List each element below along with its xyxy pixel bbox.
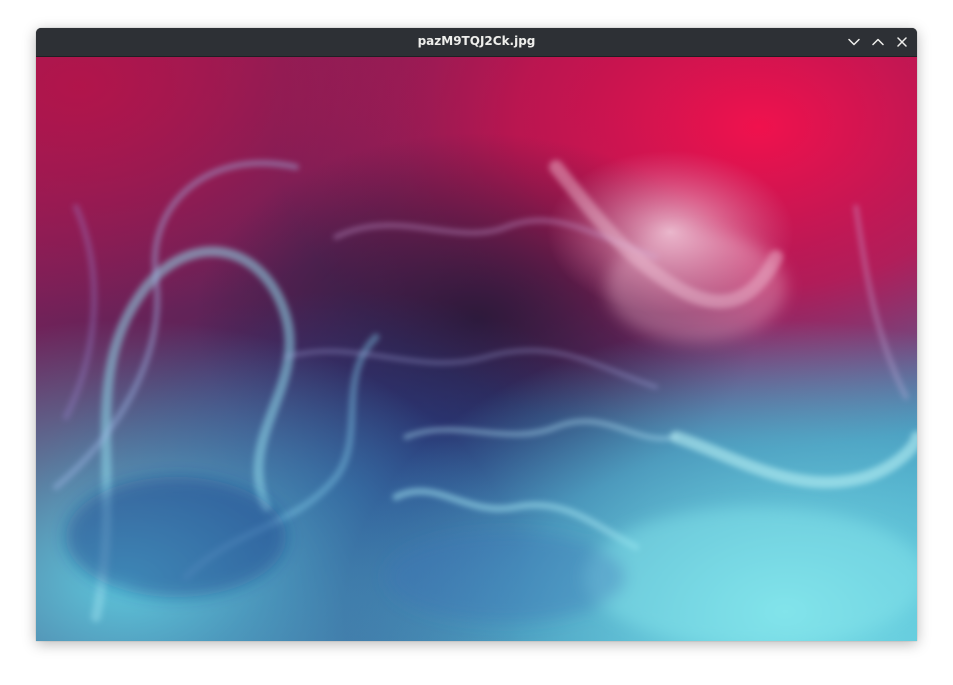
window-title: pazM9TQJ2Ck.jpg	[417, 34, 536, 48]
minimize-button[interactable]	[844, 33, 864, 51]
smoke-ink-photo	[36, 57, 917, 641]
close-button[interactable]	[892, 33, 912, 51]
close-icon	[897, 37, 907, 47]
chevron-down-icon	[848, 38, 860, 46]
image-canvas[interactable]	[36, 57, 917, 641]
title-bar[interactable]: pazM9TQJ2Ck.jpg	[36, 28, 917, 57]
image-viewer-window: pazM9TQJ2Ck.jpg	[36, 28, 917, 641]
maximize-button[interactable]	[868, 33, 888, 51]
chevron-up-icon	[872, 38, 884, 46]
